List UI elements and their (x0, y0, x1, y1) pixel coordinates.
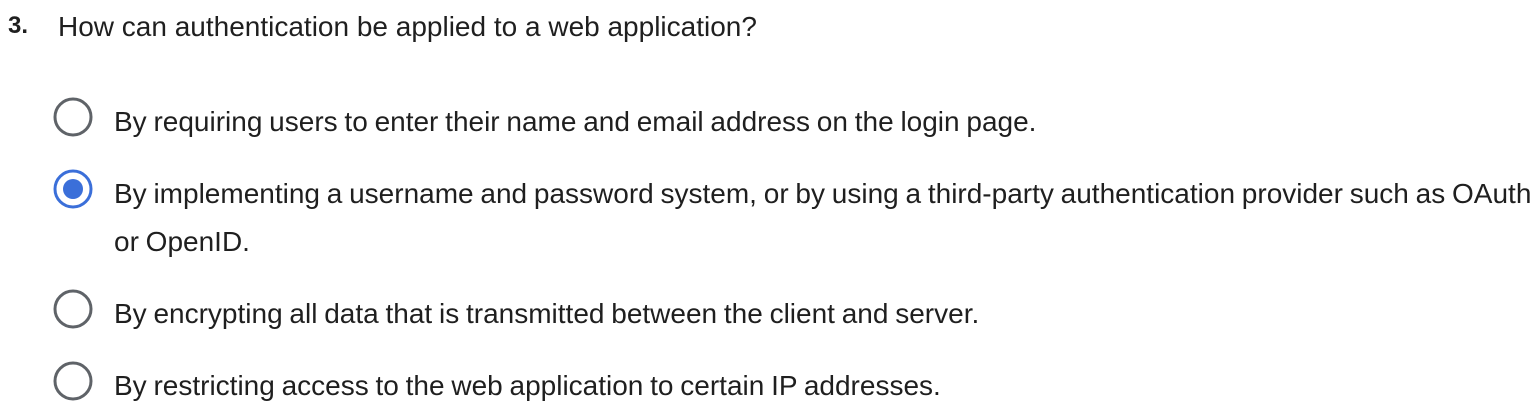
answer-option-label: By implementing a username and password … (114, 178, 1532, 257)
answer-option-4[interactable]: By restricting access to the web applica… (52, 360, 1532, 410)
question-number: 3. (8, 12, 29, 39)
radio-unchecked-icon[interactable] (52, 360, 94, 402)
question-text: How can authentication be applied to a w… (58, 11, 757, 42)
radio-checked-icon[interactable] (52, 168, 94, 210)
answer-option-label: By encrypting all data that is transmitt… (114, 298, 980, 329)
radio-unchecked-icon[interactable] (52, 288, 94, 330)
quiz-question: 3. How can authentication be applied to … (0, 0, 1536, 418)
answer-option-label: By requiring users to enter their name a… (114, 106, 1037, 137)
answer-option-3[interactable]: By encrypting all data that is transmitt… (52, 288, 1532, 338)
radio-unchecked-icon[interactable] (52, 96, 94, 138)
answer-option-1[interactable]: By requiring users to enter their name a… (52, 96, 1532, 146)
answer-option-label: By restricting access to the web applica… (114, 370, 941, 401)
answer-option-2[interactable]: By implementing a username and password … (52, 168, 1532, 266)
